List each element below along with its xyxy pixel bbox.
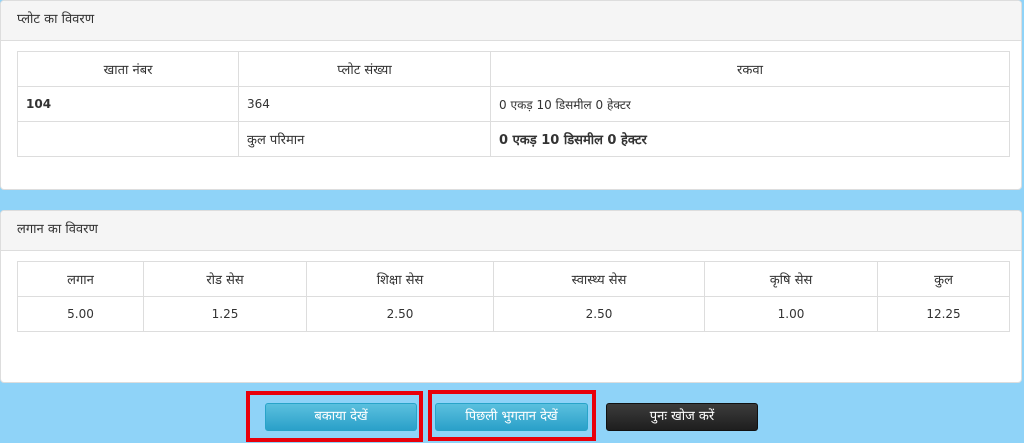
view-previous-payments-button[interactable]: पिछली भुगतान देखें — [435, 403, 588, 431]
total-area-label: कुल परिमान — [238, 121, 491, 157]
plot-details-panel: प्लोट का विवरण खाता नंबर प्लोट संख्या रक… — [0, 0, 1022, 190]
rent-value: 5.00 — [17, 296, 144, 332]
rent-details-panel: लगान का विवरण लगान रोड सेस शिक्षा सेस स्… — [0, 210, 1022, 383]
rent-details-heading: लगान का विवरण — [1, 211, 1021, 251]
education-cess-value: 2.50 — [306, 296, 494, 332]
plot-number-cell: 364 — [238, 86, 491, 122]
table-total-row: कुल परिमान 0 एकड़ 10 डिसमील 0 हेक्टर — [17, 121, 1010, 157]
area-cell: 0 एकड़ 10 डिसमील 0 हेक्टर — [490, 86, 1010, 122]
health-cess-value: 2.50 — [493, 296, 705, 332]
column-header-total: कुल — [877, 261, 1010, 297]
plot-details-heading: प्लोट का विवरण — [1, 1, 1021, 41]
column-header-rent: लगान — [17, 261, 144, 297]
khata-number-cell: 104 — [17, 86, 239, 122]
column-header-road-cess: रोड सेस — [143, 261, 307, 297]
agriculture-cess-value: 1.00 — [704, 296, 878, 332]
column-header-khata-number: खाता नंबर — [17, 51, 239, 87]
column-header-agriculture-cess: कृषि सेस — [704, 261, 878, 297]
column-header-education-cess: शिक्षा सेस — [306, 261, 494, 297]
rent-details-table: लगान रोड सेस शिक्षा सेस स्वास्थ्य सेस कृ… — [17, 261, 1010, 332]
table-header-row: खाता नंबर प्लोट संख्या रकवा — [17, 51, 1010, 87]
empty-cell — [17, 121, 239, 157]
column-header-area: रकवा — [490, 51, 1010, 87]
column-header-plot-number: प्लोट संख्या — [238, 51, 491, 87]
table-row: 5.00 1.25 2.50 2.50 1.00 12.25 — [17, 296, 1010, 332]
total-value: 12.25 — [877, 296, 1010, 332]
road-cess-value: 1.25 — [143, 296, 307, 332]
total-area-value: 0 एकड़ 10 डिसमील 0 हेक्टर — [490, 121, 1010, 157]
search-again-button[interactable]: पुनः खोज करें — [606, 403, 758, 431]
plot-details-table: खाता नंबर प्लोट संख्या रकवा 104 364 0 एक… — [17, 51, 1010, 157]
table-header-row: लगान रोड सेस शिक्षा सेस स्वास्थ्य सेस कृ… — [17, 261, 1010, 297]
table-row: 104 364 0 एकड़ 10 डिसमील 0 हेक्टर — [17, 86, 1010, 122]
view-dues-button[interactable]: बकाया देखें — [265, 403, 417, 431]
column-header-health-cess: स्वास्थ्य सेस — [493, 261, 705, 297]
